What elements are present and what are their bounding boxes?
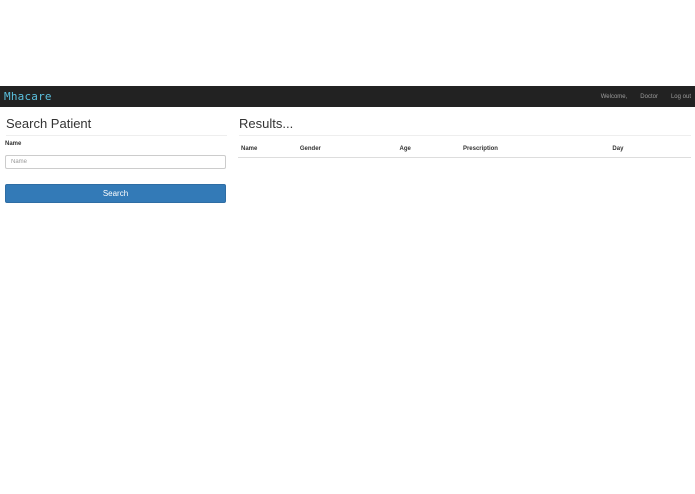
navbar: Mhacare Welcome, Doctor Log out <box>0 86 695 107</box>
results-panel: Results... Name Gender Age Prescription … <box>238 107 691 203</box>
column-header-name: Name <box>238 141 297 158</box>
column-header-prescription: Prescription <box>459 141 610 158</box>
column-header-gender: Gender <box>296 141 397 158</box>
column-header-age: Age <box>396 141 460 158</box>
navbar-right: Welcome, Doctor Log out <box>588 94 691 100</box>
brand-logo[interactable]: Mhacare <box>4 90 52 103</box>
main-content: Search Patient Name Search Results... Na… <box>0 107 695 203</box>
search-button[interactable]: Search <box>5 184 226 203</box>
column-header-day: Day <box>609 141 691 158</box>
logout-link[interactable]: Log out <box>671 94 691 100</box>
results-table: Name Gender Age Prescription Day <box>238 141 691 158</box>
name-label: Name <box>5 141 22 147</box>
name-input[interactable] <box>5 155 226 169</box>
search-panel: Search Patient Name Search <box>5 107 227 203</box>
results-title: Results... <box>239 116 691 136</box>
top-blank-area <box>0 0 695 86</box>
user-link[interactable]: Doctor <box>640 94 658 100</box>
welcome-text: Welcome, <box>600 93 628 100</box>
table-header-row: Name Gender Age Prescription Day <box>238 141 691 158</box>
search-title: Search Patient <box>6 116 227 136</box>
